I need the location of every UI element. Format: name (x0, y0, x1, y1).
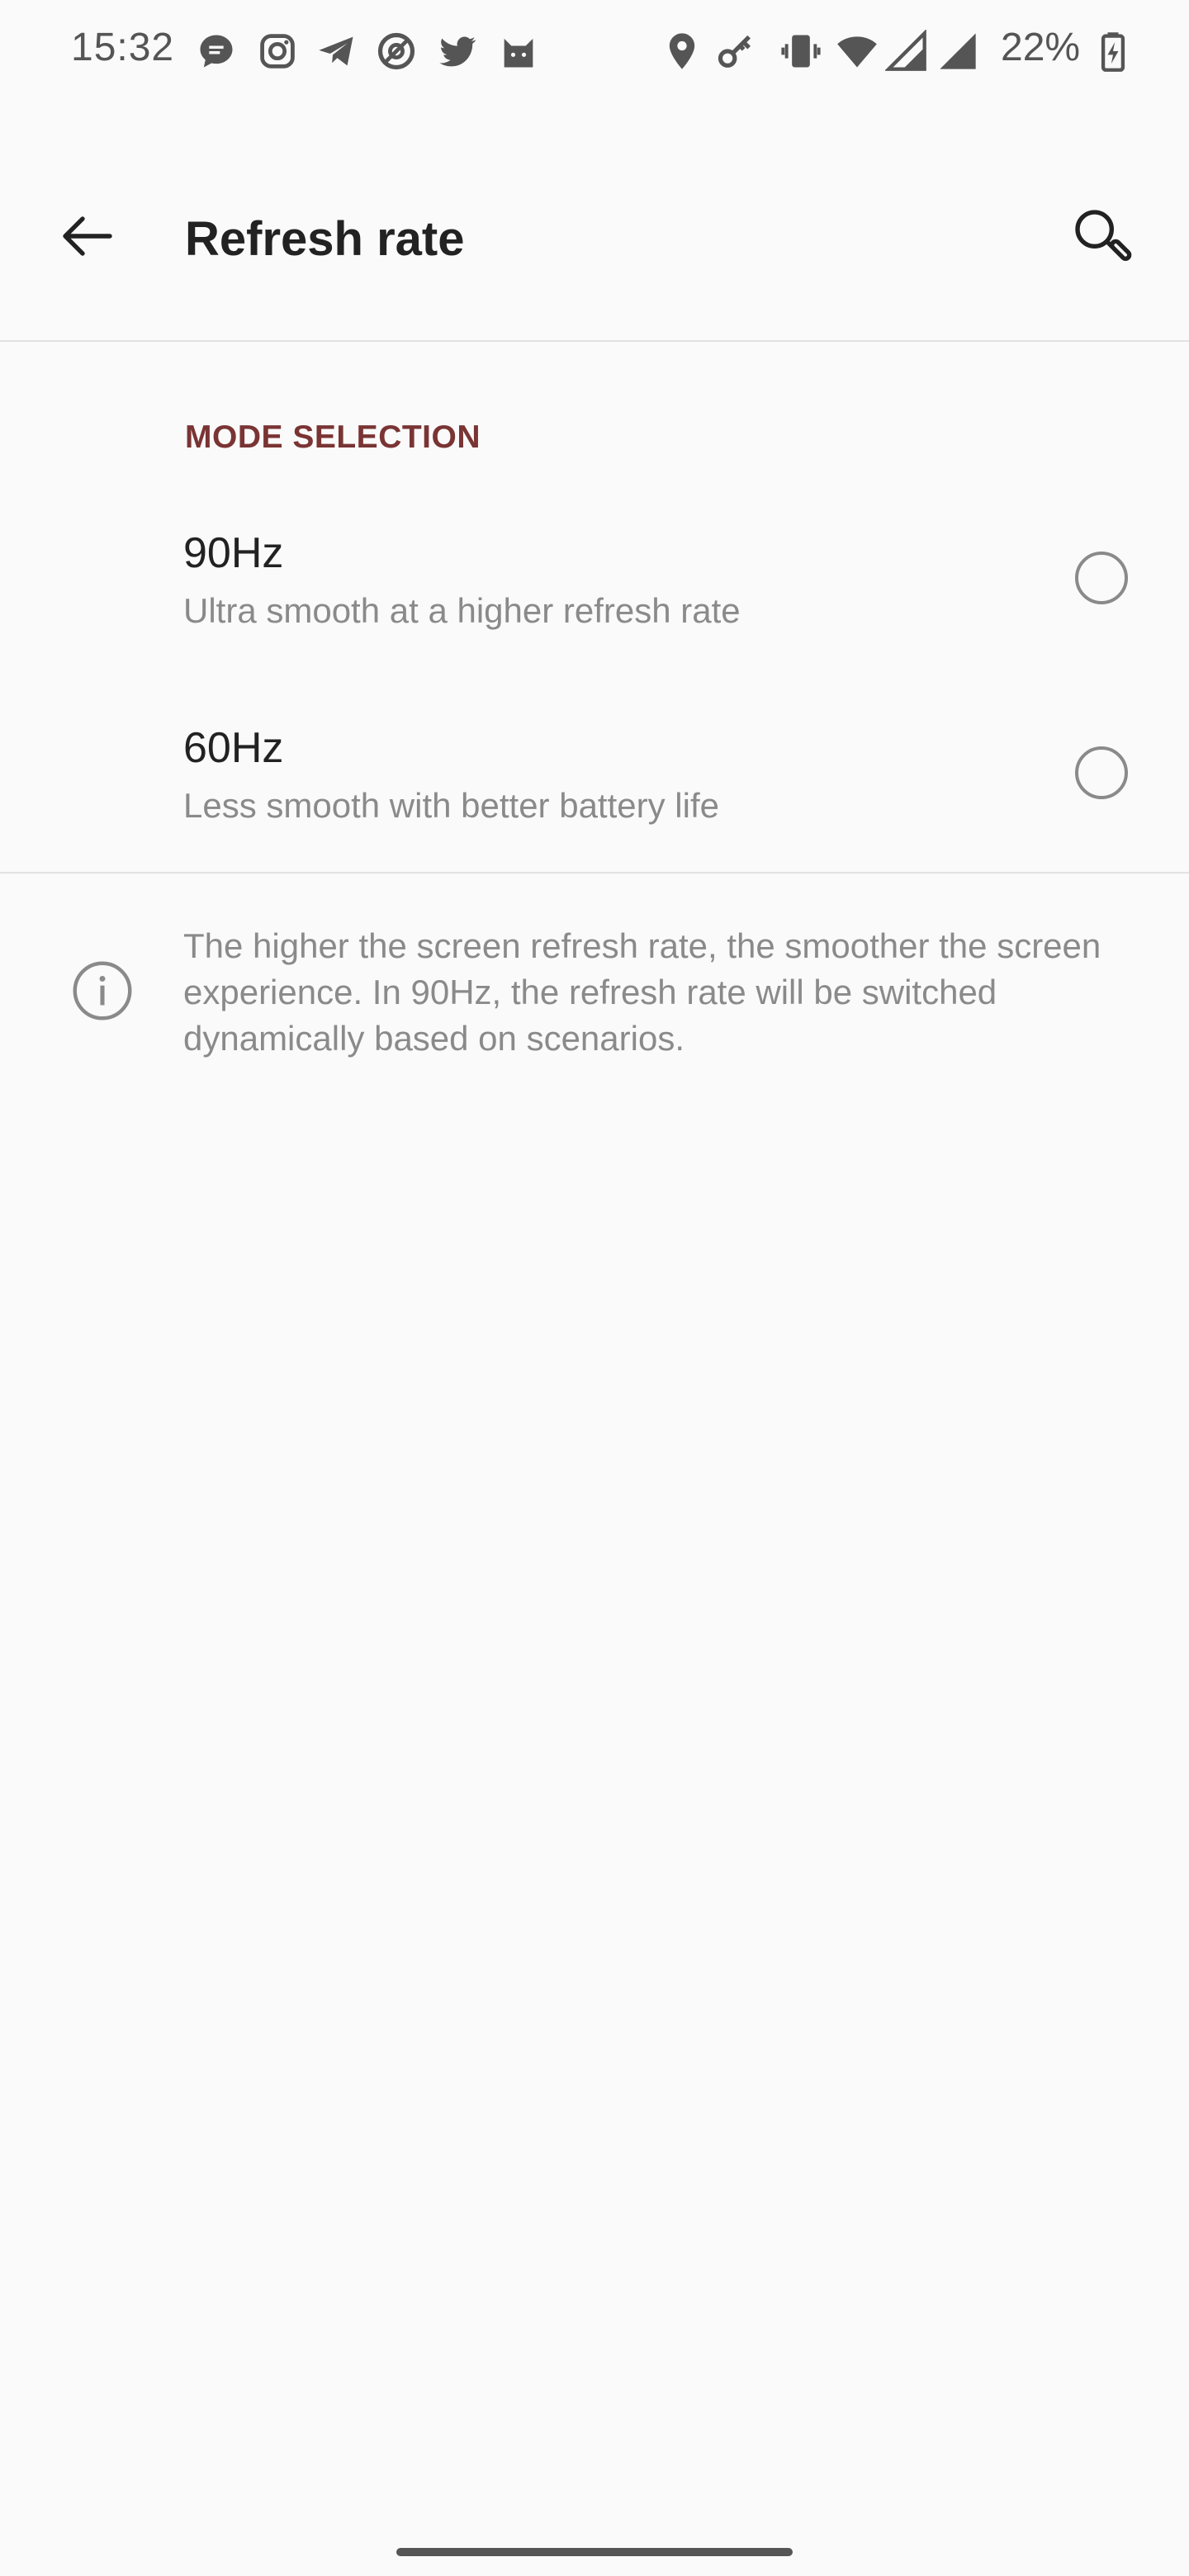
info-text: The higher the screen refresh rate, the … (183, 926, 1101, 1058)
at-sign-icon (375, 30, 418, 73)
instagram-icon (256, 30, 299, 73)
radio-button-60hz[interactable] (1075, 746, 1128, 799)
option-60hz[interactable]: 60Hz Less smooth with better battery lif… (0, 675, 1189, 870)
radio-button-90hz[interactable] (1075, 552, 1128, 604)
refresh-rate-screen: 15:32 22% Refresh rate MODE SELECTION 90… (0, 0, 1189, 2576)
option-subtitle: Ultra smooth at a higher refresh rate (183, 591, 741, 630)
options-divider (0, 872, 1189, 874)
location-icon (661, 30, 703, 73)
option-90hz[interactable]: 90Hz Ultra smooth at a higher refresh ra… (0, 481, 1189, 675)
battery-icon (1092, 30, 1135, 73)
twitter-icon (436, 30, 479, 73)
signal-icon (936, 30, 979, 73)
signal-icon (885, 30, 928, 73)
battery-percent: 22% (1001, 26, 1081, 69)
status-bar: 15:32 22% (0, 0, 1189, 106)
app-bar: Refresh rate (0, 157, 1189, 347)
page-title: Refresh rate (185, 212, 465, 266)
telegram-icon (315, 30, 358, 73)
vibrate-icon (779, 30, 822, 73)
key-icon (715, 30, 758, 73)
option-subtitle: Less smooth with better battery life (183, 786, 719, 825)
navigation-handle[interactable] (396, 2548, 793, 2556)
arrow-back-icon (63, 216, 112, 256)
wifi-icon (836, 30, 879, 73)
option-title: 60Hz (183, 724, 284, 772)
cat-icon (497, 30, 540, 73)
search-button[interactable] (1059, 193, 1144, 279)
chat-bubble-icon (195, 30, 238, 73)
section-header: MODE SELECTION (185, 419, 481, 455)
info-icon (71, 959, 134, 1022)
back-button[interactable] (45, 193, 130, 279)
toolbar-divider (0, 340, 1189, 342)
status-time: 15:32 (71, 26, 175, 69)
option-title: 90Hz (183, 529, 284, 577)
search-icon (1075, 210, 1132, 261)
